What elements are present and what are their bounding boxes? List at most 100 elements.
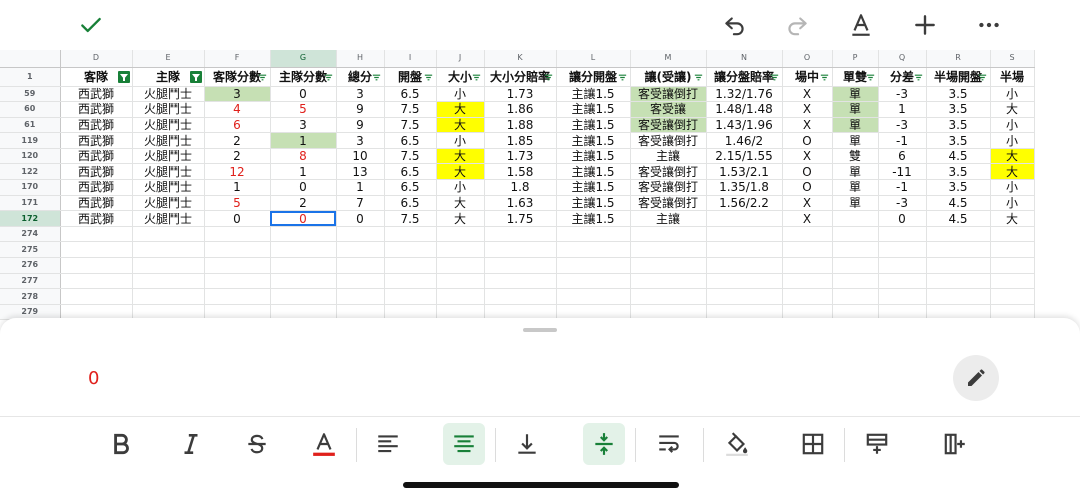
empty-cell[interactable] — [336, 226, 385, 243]
table-cell[interactable]: 大 — [990, 148, 1035, 165]
empty-cell[interactable] — [630, 273, 707, 290]
table-cell[interactable]: 6.5 — [384, 163, 437, 181]
table-cell[interactable]: 0 — [270, 179, 337, 196]
table-cell[interactable]: 2 — [270, 195, 337, 212]
header-cell[interactable]: 開盤 — [384, 67, 437, 87]
table-cell[interactable]: 8 — [270, 148, 337, 165]
empty-cell[interactable] — [204, 226, 271, 243]
table-cell[interactable]: 小 — [990, 86, 1035, 103]
home-indicator[interactable] — [403, 482, 679, 488]
row-header[interactable]: 60 — [0, 101, 61, 118]
row-header[interactable]: 120 — [0, 148, 61, 165]
table-cell[interactable]: X — [782, 148, 833, 165]
table-cell[interactable]: 1.86 — [484, 101, 557, 118]
add-icon[interactable] — [908, 9, 942, 41]
empty-cell[interactable] — [926, 241, 991, 259]
header-cell[interactable]: 讓分開盤 — [556, 67, 631, 87]
header-cell[interactable]: 單雙 — [832, 67, 879, 87]
empty-cell[interactable] — [336, 241, 385, 259]
strikethrough-icon[interactable] — [236, 423, 278, 465]
table-cell[interactable]: 單 — [832, 101, 879, 118]
row-header[interactable]: 171 — [0, 195, 61, 212]
row-header[interactable]: 275 — [0, 241, 61, 259]
table-cell[interactable]: 7.5 — [384, 148, 437, 165]
table-cell[interactable]: 西武獅 — [60, 163, 133, 181]
empty-cell[interactable] — [926, 273, 991, 290]
table-cell[interactable]: 0 — [878, 210, 927, 227]
more-icon[interactable] — [972, 9, 1006, 41]
drag-handle[interactable] — [523, 328, 557, 332]
empty-cell[interactable] — [556, 241, 631, 259]
empty-cell[interactable] — [484, 257, 557, 274]
table-cell[interactable]: 7.5 — [384, 210, 437, 227]
table-cell[interactable]: 火腿鬥士 — [132, 210, 205, 227]
header-cell[interactable]: 讓分盤賠率 — [706, 67, 783, 87]
table-cell[interactable]: 雙 — [832, 148, 879, 165]
table-cell[interactable]: 主讓 — [630, 210, 707, 227]
table-cell[interactable]: 1.63 — [484, 195, 557, 212]
row-header[interactable]: 170 — [0, 179, 61, 196]
table-cell[interactable]: 1 — [270, 163, 337, 181]
empty-cell[interactable] — [484, 273, 557, 290]
table-cell[interactable]: 3.5 — [926, 132, 991, 149]
bold-icon[interactable] — [100, 423, 142, 465]
table-cell[interactable]: 大 — [990, 101, 1035, 118]
table-cell[interactable]: 5 — [204, 195, 271, 212]
table-cell[interactable]: O — [782, 163, 833, 181]
table-cell[interactable]: 1.88 — [484, 117, 557, 134]
table-cell[interactable]: 主讓1.5 — [556, 117, 631, 134]
wrap-text-icon[interactable] — [648, 423, 690, 465]
valign-middle-icon[interactable] — [583, 423, 625, 465]
empty-cell[interactable] — [204, 273, 271, 290]
table-cell[interactable]: 單 — [832, 163, 879, 181]
empty-cell[interactable] — [384, 226, 437, 243]
table-cell[interactable]: 西武獅 — [60, 86, 133, 103]
table-cell[interactable]: 西武獅 — [60, 210, 133, 227]
empty-cell[interactable] — [436, 241, 485, 259]
empty-cell[interactable] — [990, 226, 1035, 243]
filter-icon[interactable] — [865, 72, 876, 83]
column-header-k[interactable]: K — [484, 50, 557, 68]
header-cell[interactable]: 半場開盤 — [926, 67, 991, 87]
row-header[interactable]: 1 — [0, 67, 61, 87]
empty-cell[interactable] — [436, 226, 485, 243]
empty-cell[interactable] — [630, 288, 707, 305]
empty-cell[interactable] — [782, 241, 833, 259]
header-cell[interactable]: 分差 — [878, 67, 927, 87]
table-cell[interactable]: 9 — [336, 101, 385, 118]
table-cell[interactable]: 客受讓 — [630, 101, 707, 118]
empty-cell[interactable] — [484, 288, 557, 305]
fill-color-icon[interactable] — [716, 423, 758, 465]
table-cell[interactable]: 主讓1.5 — [556, 163, 631, 181]
table-cell[interactable]: 2 — [204, 148, 271, 165]
empty-cell[interactable] — [878, 241, 927, 259]
table-cell[interactable]: 西武獅 — [60, 148, 133, 165]
header-cell[interactable]: 主隊分數 — [270, 67, 337, 87]
table-cell[interactable]: 客受讓倒打 — [630, 163, 707, 181]
row-header[interactable]: 119 — [0, 132, 61, 149]
table-cell[interactable]: 西武獅 — [60, 195, 133, 212]
column-header-j[interactable]: J — [436, 50, 485, 68]
table-cell[interactable]: 9 — [336, 117, 385, 134]
empty-cell[interactable] — [706, 226, 783, 243]
table-cell[interactable]: X — [782, 101, 833, 118]
table-cell[interactable]: 10 — [336, 148, 385, 165]
empty-cell[interactable] — [336, 288, 385, 305]
table-cell[interactable]: 12 — [204, 163, 271, 181]
empty-cell[interactable] — [926, 257, 991, 274]
table-cell[interactable]: 主讓1.5 — [556, 210, 631, 227]
table-cell[interactable]: X — [782, 195, 833, 212]
table-cell[interactable]: 客受讓倒打 — [630, 195, 707, 212]
undo-icon[interactable] — [718, 9, 752, 41]
table-cell[interactable]: 0 — [270, 86, 337, 103]
column-header-m[interactable]: M — [630, 50, 707, 68]
column-header-p[interactable]: P — [832, 50, 879, 68]
row-header[interactable]: 59 — [0, 86, 61, 103]
table-cell[interactable]: 2.15/1.55 — [706, 148, 783, 165]
table-cell[interactable]: 1 — [878, 101, 927, 118]
table-cell[interactable]: 火腿鬥士 — [132, 101, 205, 118]
corner-cell[interactable] — [0, 50, 61, 68]
empty-cell[interactable] — [556, 273, 631, 290]
table-cell[interactable]: 1.48/1.48 — [706, 101, 783, 118]
filter-icon[interactable] — [913, 72, 924, 83]
